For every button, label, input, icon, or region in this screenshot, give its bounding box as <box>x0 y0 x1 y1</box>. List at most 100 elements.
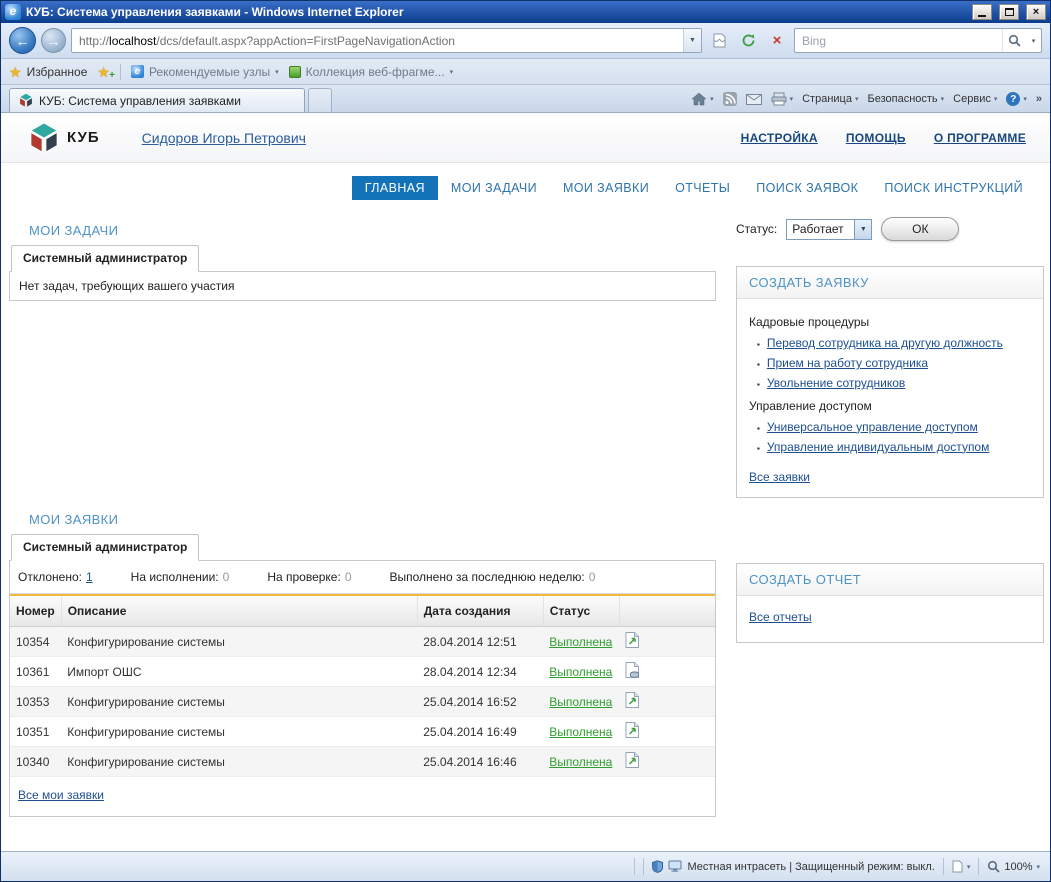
all-requests-link[interactable]: Все заявки <box>749 470 810 484</box>
close-button[interactable]: × <box>1026 4 1046 20</box>
dropdown-arrow-icon: ▼ <box>859 225 867 233</box>
settings-link[interactable]: НАСТРОЙКА <box>741 131 818 145</box>
my-tasks-role-tab[interactable]: Системный администратор <box>11 245 200 272</box>
back-arrow-icon: ← <box>15 32 30 49</box>
page-view-button[interactable]: ▾ <box>952 860 971 873</box>
chevron-down-icon: ▾ <box>966 863 971 871</box>
request-document-icon[interactable] <box>625 632 640 648</box>
hire-employee-link[interactable]: Прием на работу сотрудника <box>767 356 928 370</box>
current-user-link[interactable]: Сидоров Игорь Петрович <box>142 130 306 146</box>
chevron-down-icon: ▾ <box>275 68 279 76</box>
app-logo: КУБ <box>29 121 100 154</box>
all-my-requests-link[interactable]: Все мои заявки <box>18 788 104 802</box>
help-link[interactable]: ПОМОЩЬ <box>846 131 906 145</box>
maximize-button[interactable] <box>999 4 1019 20</box>
all-reports-link[interactable]: Все отчеты <box>749 610 812 624</box>
request-document-icon[interactable] <box>625 692 640 708</box>
create-request-panel: СОЗДАТЬ ЗАЯВКУ Кадровые процедуры ▪ Перев… <box>736 266 1044 498</box>
access-links-list: ▪ Универсальное управление доступом ▪ Упра… <box>757 420 1031 454</box>
feeds-button[interactable] <box>722 92 737 106</box>
status-link[interactable]: Выполнена <box>549 695 612 709</box>
favorites-button[interactable]: ★ Избранное <box>9 65 87 79</box>
universal-access-link[interactable]: Универсальное управление доступом <box>767 420 978 434</box>
kub-cube-icon <box>29 121 59 153</box>
my-tasks-heading: МОИ ЗАДАЧИ <box>29 223 119 238</box>
chevron-down-icon: ▾ <box>710 96 714 103</box>
request-document-icon[interactable] <box>625 752 640 768</box>
list-item: ▪ Перевод сотрудника на другую должность <box>757 336 1031 350</box>
status-select-value: Работает <box>792 222 844 236</box>
group-access-management: Управление доступом <box>749 398 872 413</box>
compatibility-view-button[interactable] <box>707 29 731 53</box>
cell-description: Импорт ОШС <box>61 656 418 687</box>
search-button[interactable] <box>1002 29 1026 52</box>
nav-tab-home[interactable]: ГЛАВНАЯ <box>351 176 438 200</box>
search-placeholder: Bing <box>802 33 827 48</box>
browser-window: e КУБ: Система управления заявками - Win… <box>0 0 1051 882</box>
col-number: Номер <box>10 594 62 627</box>
individual-access-link[interactable]: Управление индивидуальным доступом <box>767 440 990 454</box>
bullet-icon: ▪ <box>757 423 760 433</box>
nav-tab-my-requests[interactable]: МОИ ЗАЯВКИ <box>550 176 662 200</box>
create-report-heading: СОЗДАТЬ ОТЧЕТ <box>737 563 1043 596</box>
read-mail-button[interactable] <box>745 93 762 105</box>
nav-tab-reports[interactable]: ОТЧЕТЫ <box>662 176 743 200</box>
print-icon <box>771 92 787 106</box>
minimize-button[interactable] <box>972 4 992 20</box>
new-tab-button[interactable] <box>308 88 332 112</box>
address-dropdown-button[interactable]: ▼ <box>683 29 701 52</box>
dropdown-arrow-icon: ▼ <box>689 37 696 44</box>
suggested-sites-button[interactable]: e Рекомендуемые узлы ▾ <box>130 65 279 79</box>
about-link[interactable]: О ПРОГРАММЕ <box>934 131 1026 145</box>
page-menu-label: Страница <box>802 93 852 105</box>
stop-button[interactable]: × <box>765 29 789 53</box>
add-favorite-star-icon: ★ <box>97 63 110 80</box>
page-menu-button[interactable]: Страница ▾ <box>802 93 858 105</box>
tools-menu-button[interactable]: Сервис ▾ <box>953 93 997 105</box>
tools-menu-label: Сервис <box>953 93 991 105</box>
address-input[interactable]: http://localhost/dcs/default.aspx?appAct… <box>71 28 702 53</box>
status-link[interactable]: Выполнена <box>549 725 612 739</box>
dismiss-employees-link[interactable]: Увольнение сотрудников <box>767 376 905 390</box>
status-select[interactable]: Работает ▼ <box>786 218 873 240</box>
maximize-icon <box>1004 8 1014 16</box>
chevron-down-icon: ▾ <box>940 96 945 103</box>
requests-stats-row: Отклонено: 1 На исполнении: 0 На проверке:… <box>10 561 715 594</box>
cell-description: Конфигурирование системы <box>61 716 418 747</box>
chevron-overflow-icon[interactable]: » <box>1036 93 1042 105</box>
my-requests-heading: МОИ ЗАЯВКИ <box>29 512 119 527</box>
nav-tab-my-tasks[interactable]: МОИ ЗАДАЧИ <box>438 176 550 200</box>
browser-tab-active[interactable]: КУБ: Система управления заявками <box>9 88 305 112</box>
col-actions <box>619 594 715 627</box>
bullet-icon: ▪ <box>757 360 760 370</box>
stat-rejected-count-link[interactable]: 1 <box>86 570 93 584</box>
add-favorite-button[interactable]: ★ + <box>97 63 115 81</box>
back-button[interactable]: ← <box>9 27 36 54</box>
select-dropdown-button[interactable]: ▼ <box>854 219 872 239</box>
my-requests-role-tab[interactable]: Системный администратор <box>11 534 200 561</box>
safety-menu-button[interactable]: Безопасность ▾ <box>867 93 944 105</box>
content-area: МОИ ЗАДАЧИ Системный администратор Нет з… <box>1 203 1050 851</box>
cell-date: 28.04.2014 12:34 <box>417 656 544 687</box>
app-logo-text: КУБ <box>67 129 100 146</box>
search-provider-dropdown[interactable]: ▾ <box>1026 29 1041 52</box>
print-button[interactable]: ▾ <box>771 92 793 106</box>
request-document-icon[interactable] <box>625 722 640 738</box>
search-input[interactable]: Bing ▾ <box>794 28 1042 53</box>
ok-button[interactable]: ОК <box>881 217 960 241</box>
status-link[interactable]: Выполнена <box>549 635 612 649</box>
refresh-button[interactable] <box>736 29 760 53</box>
favorites-bar: ★ Избранное ★ + e Рекомендуемые узлы ▾ К… <box>1 59 1050 85</box>
zoom-control[interactable]: 100% ▾ <box>987 860 1040 873</box>
web-slices-button[interactable]: Коллекция веб-фрагме... ▾ <box>288 65 453 79</box>
nav-tab-search-instructions[interactable]: ПОИСК ИНСТРУКЦИЙ <box>871 176 1036 200</box>
help-menu-button[interactable]: ? ▾ <box>1006 92 1027 106</box>
hr-links-list: ▪ Перевод сотрудника на другую должность … <box>757 336 1031 391</box>
status-link[interactable]: Выполнена <box>549 665 612 679</box>
forward-button[interactable]: → <box>41 28 66 53</box>
nav-tab-search-requests[interactable]: ПОИСК ЗАЯВОК <box>743 176 871 200</box>
status-link[interactable]: Выполнена <box>549 755 612 769</box>
request-document-icon[interactable] <box>625 662 640 678</box>
home-button[interactable]: ▾ <box>691 92 714 106</box>
transfer-employee-link[interactable]: Перевод сотрудника на другую должность <box>767 336 1003 350</box>
